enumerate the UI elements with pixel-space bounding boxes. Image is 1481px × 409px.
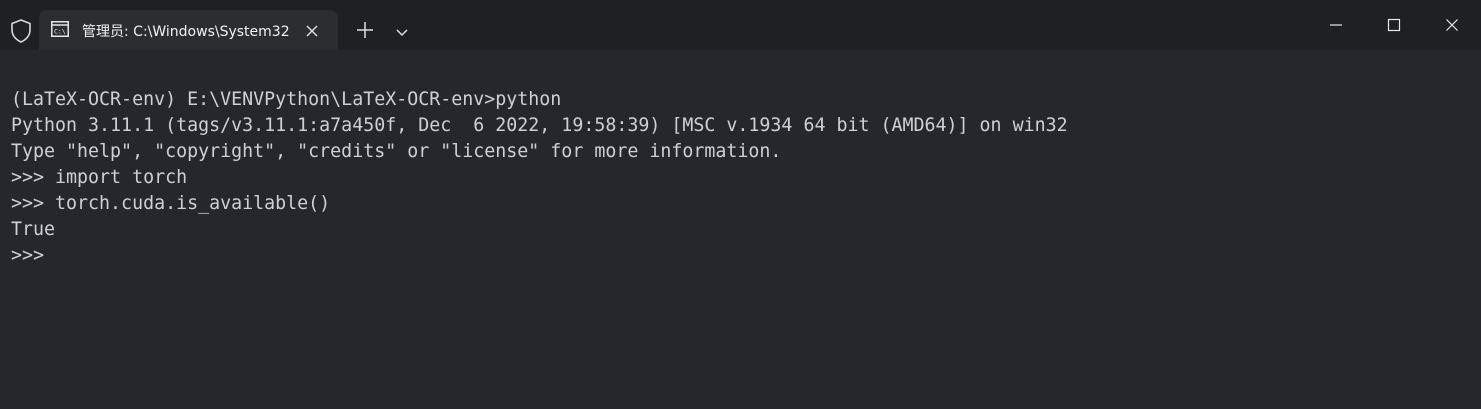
terminal-output[interactable]: (LaTeX-OCR-env) E:\VENVPython\LaTeX-OCR-… xyxy=(0,50,1481,409)
terminal-line: Type "help", "copyright", "credits" or "… xyxy=(11,141,782,162)
tab-title: 管理员: C:\Windows\System32 xyxy=(82,24,290,40)
terminal-line: >>> import torch xyxy=(11,167,188,188)
terminal-line: True xyxy=(11,219,56,240)
maximize-icon xyxy=(1387,18,1401,32)
minimize-button[interactable] xyxy=(1316,10,1356,40)
cmd-icon: C:\ xyxy=(51,21,69,37)
tab-active[interactable]: C:\ 管理员: C:\Windows\System32 xyxy=(39,10,338,50)
minimize-icon xyxy=(1330,24,1342,26)
terminal-prompt: >>> xyxy=(11,245,45,266)
terminal-line: >>> torch.cuda.is_available() xyxy=(11,193,331,214)
tab-dropdown-button[interactable] xyxy=(395,24,409,37)
close-button[interactable] xyxy=(1432,10,1472,40)
plus-icon xyxy=(357,22,373,38)
maximize-button[interactable] xyxy=(1374,10,1414,40)
title-bar: C:\ 管理员: C:\Windows\System32 xyxy=(0,0,1481,50)
close-icon xyxy=(1446,19,1458,31)
shield-icon xyxy=(9,18,33,44)
terminal-line: Python 3.11.1 (tags/v3.11.1:a7a450f, Dec… xyxy=(11,115,1068,136)
tab-close-icon[interactable] xyxy=(305,23,319,37)
new-tab-button[interactable] xyxy=(355,20,375,40)
svg-text:C:\: C:\ xyxy=(54,28,66,36)
chevron-down-icon xyxy=(396,29,408,37)
terminal-line: (LaTeX-OCR-env) E:\VENVPython\LaTeX-OCR-… xyxy=(11,89,562,110)
terminal-window: C:\ 管理员: C:\Windows\System32 (LaTeX-OCR-… xyxy=(0,0,1481,409)
